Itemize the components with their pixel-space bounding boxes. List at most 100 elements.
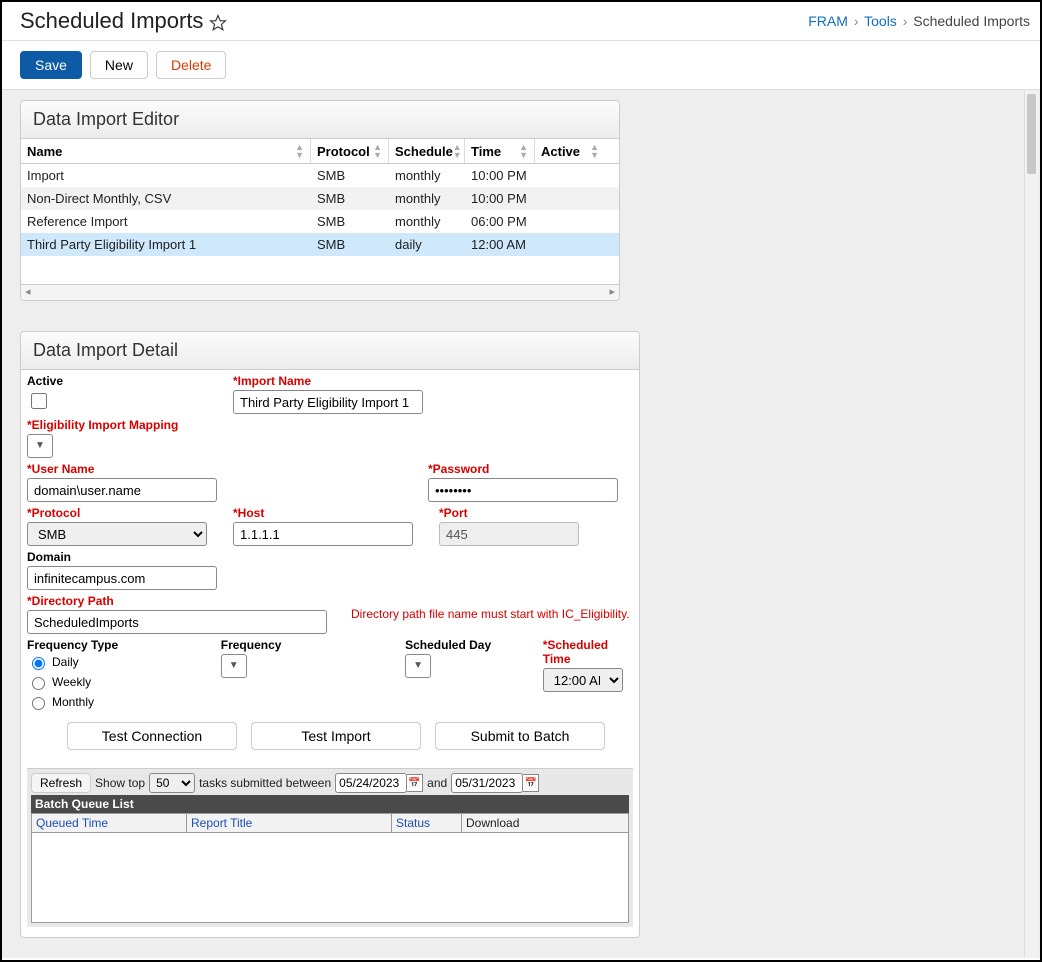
bq-col-report[interactable]: Report Title <box>187 814 392 832</box>
label-sched-time: *Scheduled Time <box>543 638 633 666</box>
dir-path-input[interactable] <box>27 610 327 634</box>
label-elig-map: *Eligibility Import Mapping <box>27 418 178 432</box>
password-input[interactable] <box>428 478 618 502</box>
data-import-editor-panel: Data Import Editor Name▲▼ Protocol▲▼ Sch… <box>20 100 620 301</box>
calendar-icon[interactable]: 📅 <box>407 774 423 792</box>
col-header-protocol[interactable]: Protocol▲▼ <box>311 139 389 163</box>
grid-header-row: Name▲▼ Protocol▲▼ Schedule▲▼ Time▲▼ Acti… <box>21 139 619 164</box>
grid-cell: 12:00 AM <box>465 233 535 256</box>
grid-cell: SMB <box>311 233 389 256</box>
refresh-button[interactable]: Refresh <box>31 773 91 793</box>
grid-cell: monthly <box>389 187 465 210</box>
delete-button[interactable]: Delete <box>156 51 226 79</box>
bq-col-status[interactable]: Status <box>392 814 462 832</box>
col-header-time[interactable]: Time▲▼ <box>465 139 535 163</box>
freq-type-radio-group: Daily Weekly Monthly <box>27 654 205 712</box>
label-freq-type: Frequency Type <box>27 638 205 652</box>
active-checkbox[interactable] <box>31 393 47 409</box>
grid-cell: Import <box>21 164 311 187</box>
test-import-button[interactable]: Test Import <box>251 722 421 750</box>
grid-cell: SMB <box>311 164 389 187</box>
grid-cell: daily <box>389 233 465 256</box>
grid-cell: 06:00 PM <box>465 210 535 233</box>
calendar-icon[interactable]: 📅 <box>523 774 539 792</box>
user-name-input[interactable] <box>27 478 217 502</box>
favorite-star-icon[interactable] <box>209 12 227 30</box>
workspace: Data Import Editor Name▲▼ Protocol▲▼ Sch… <box>2 90 1040 958</box>
batch-queue-body <box>31 833 629 923</box>
sort-icon[interactable]: ▲▼ <box>373 143 382 159</box>
grid-body[interactable]: ImportSMBmonthly10:00 PMNon-Direct Month… <box>21 164 619 284</box>
freq-radio[interactable] <box>32 697 45 710</box>
elig-map-dropdown[interactable]: ▼ <box>27 434 53 458</box>
grid-cell: Non-Direct Monthly, CSV <box>21 187 311 210</box>
freq-radio-option[interactable]: Monthly <box>27 694 205 710</box>
freq-radio[interactable] <box>32 677 45 690</box>
page-header: Scheduled Imports FRAM › Tools › Schedul… <box>2 2 1040 41</box>
table-row[interactable]: Non-Direct Monthly, CSVSMBmonthly10:00 P… <box>21 187 619 210</box>
grid-cell <box>535 187 605 210</box>
label-domain: Domain <box>27 550 217 564</box>
sched-day-dropdown[interactable]: ▼ <box>405 654 431 678</box>
show-top-label: Show top <box>95 776 145 790</box>
test-connection-button[interactable]: Test Connection <box>67 722 237 750</box>
grid-cell: SMB <box>311 210 389 233</box>
grid-cell <box>535 210 605 233</box>
sort-icon[interactable]: ▲▼ <box>590 143 599 159</box>
label-user: *User Name <box>27 462 412 476</box>
scrollbar-thumb[interactable] <box>1027 94 1036 174</box>
new-button[interactable]: New <box>90 51 148 79</box>
bq-col-queued[interactable]: Queued Time <box>32 814 187 832</box>
col-header-schedule[interactable]: Schedule▲▼ <box>389 139 465 163</box>
label-password: *Password <box>428 462 618 476</box>
table-row[interactable]: Reference ImportSMBmonthly06:00 PM <box>21 210 619 233</box>
freq-radio[interactable] <box>32 657 45 670</box>
panel-header-detail: Data Import Detail <box>21 332 639 370</box>
host-input[interactable] <box>233 522 413 546</box>
sort-icon[interactable]: ▲▼ <box>519 143 528 159</box>
breadcrumb-link-tools[interactable]: Tools <box>864 13 897 29</box>
data-import-detail-panel: Data Import Detail Active *Import Name *… <box>20 331 640 938</box>
grid-cell: 10:00 PM <box>465 164 535 187</box>
and-label: and <box>427 776 447 790</box>
bq-col-download[interactable]: Download <box>462 814 628 832</box>
label-protocol: *Protocol <box>27 506 217 520</box>
domain-input[interactable] <box>27 566 217 590</box>
freq-radio-option[interactable]: Weekly <box>27 674 205 690</box>
label-sched-day: Scheduled Day <box>405 638 527 652</box>
breadcrumb-link-fram[interactable]: FRAM <box>808 13 848 29</box>
batch-queue-title: Batch Queue List <box>31 795 629 813</box>
breadcrumb: FRAM › Tools › Scheduled Imports <box>808 13 1030 29</box>
sched-time-select[interactable]: 12:00 AM <box>543 668 623 692</box>
submit-to-batch-button[interactable]: Submit to Batch <box>435 722 605 750</box>
frequency-dropdown[interactable]: ▼ <box>221 654 247 678</box>
chevron-right-icon: › <box>903 13 908 29</box>
table-row[interactable]: Third Party Eligibility Import 1SMBdaily… <box>21 233 619 256</box>
show-top-select[interactable]: 50 <box>149 773 195 793</box>
date-from-input[interactable] <box>335 773 407 793</box>
grid-cell: 10:00 PM <box>465 187 535 210</box>
freq-radio-option[interactable]: Daily <box>27 654 205 670</box>
protocol-select[interactable]: SMB <box>27 522 207 546</box>
table-row[interactable]: ImportSMBmonthly10:00 PM <box>21 164 619 187</box>
label-port: *Port <box>439 506 579 520</box>
dir-path-hint: Directory path file name must start with… <box>351 607 630 621</box>
col-header-name[interactable]: Name▲▼ <box>21 139 311 163</box>
workspace-vertical-scrollbar[interactable] <box>1024 90 1038 958</box>
sort-icon[interactable]: ▲▼ <box>453 143 462 159</box>
date-to-input[interactable] <box>451 773 523 793</box>
grid-cell: monthly <box>389 210 465 233</box>
page-title-text: Scheduled Imports <box>20 8 203 34</box>
col-header-active[interactable]: Active▲▼ <box>535 139 605 163</box>
label-frequency: Frequency <box>221 638 389 652</box>
save-button[interactable]: Save <box>20 51 82 79</box>
batch-queue-header: Queued Time Report Title Status Download <box>31 813 629 833</box>
sort-icon[interactable]: ▲▼ <box>295 143 304 159</box>
grid-horizontal-scrollbar[interactable] <box>21 284 619 300</box>
chevron-right-icon: › <box>854 13 859 29</box>
grid-cell: monthly <box>389 164 465 187</box>
imports-grid: Name▲▼ Protocol▲▼ Schedule▲▼ Time▲▼ Acti… <box>21 139 619 300</box>
grid-cell: Reference Import <box>21 210 311 233</box>
import-name-input[interactable] <box>233 390 423 414</box>
grid-cell <box>535 233 605 256</box>
